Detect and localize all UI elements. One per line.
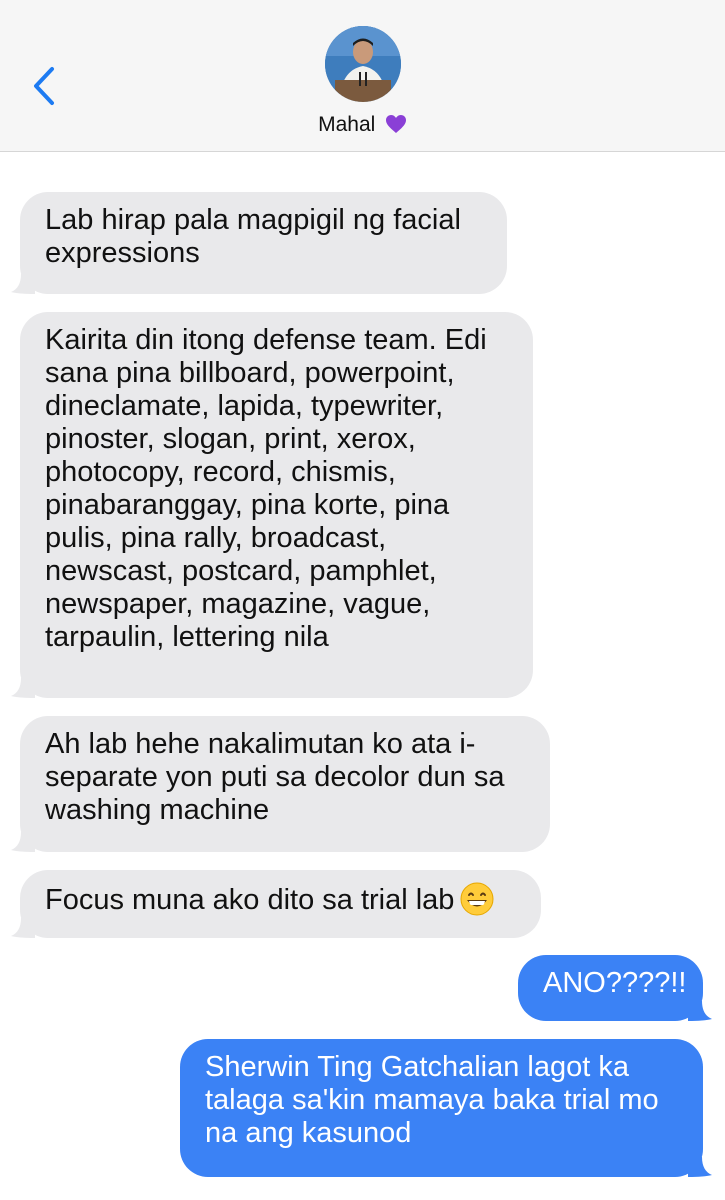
avatar-photo bbox=[325, 26, 401, 102]
bubble-tail bbox=[11, 832, 35, 852]
message-text: Kairita din itong defense team. Edi sana… bbox=[45, 324, 487, 653]
bubble-tail bbox=[688, 1001, 712, 1021]
contact-avatar[interactable] bbox=[325, 26, 401, 102]
grinning-face-icon bbox=[460, 882, 494, 916]
back-button[interactable] bbox=[24, 60, 64, 112]
conversation-header: Mahal bbox=[0, 0, 725, 152]
bubble-tail bbox=[688, 1157, 712, 1177]
contact-name[interactable]: Mahal bbox=[0, 113, 725, 137]
message-text: Ah lab hehe nakalimutan ko ata i-separat… bbox=[45, 728, 505, 826]
bubble-tail bbox=[11, 274, 35, 294]
bubble-tail bbox=[11, 678, 35, 698]
message-text: Focus muna ako dito sa trial lab bbox=[45, 884, 455, 916]
message-text: Sherwin Ting Gatchalian lagot ka talaga … bbox=[205, 1051, 659, 1149]
message-bubble-sent[interactable]: Sherwin Ting Gatchalian lagot ka talaga … bbox=[180, 1039, 712, 1177]
message-bubble-received[interactable]: Lab hirap pala magpigil ng facial expres… bbox=[11, 192, 507, 294]
message-text: ANO????!! bbox=[543, 967, 687, 999]
message-bubble-sent[interactable]: ANO????!! bbox=[518, 955, 712, 1021]
chevron-left-icon bbox=[34, 67, 54, 105]
message-text: Lab hirap pala magpigil ng facial expres… bbox=[45, 204, 461, 269]
contact-name-label: Mahal bbox=[318, 113, 376, 136]
message-bubble-received[interactable]: Ah lab hehe nakalimutan ko ata i-separat… bbox=[11, 716, 550, 852]
bubble-tail bbox=[11, 918, 35, 938]
message-bubble-received[interactable]: Focus muna ako dito sa trial lab bbox=[11, 870, 541, 938]
message-bubble-received[interactable]: Kairita din itong defense team. Edi sana… bbox=[11, 312, 533, 698]
purple-heart-emoji bbox=[379, 114, 407, 136]
